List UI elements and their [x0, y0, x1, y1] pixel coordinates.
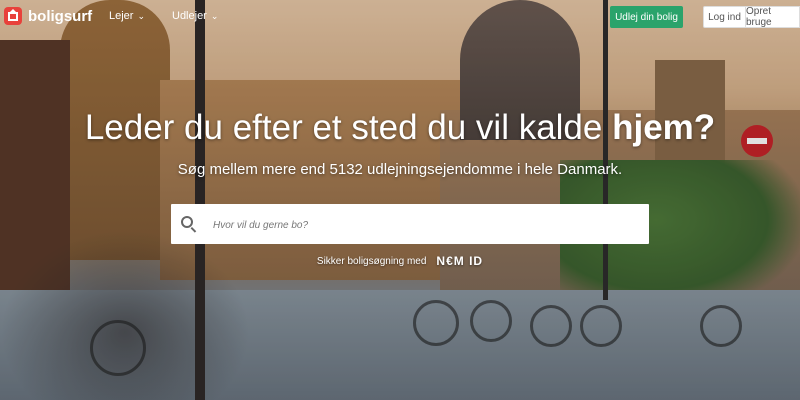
hero-overlay	[0, 0, 800, 400]
nav-label: Udlejer	[172, 10, 207, 22]
headline-bold: hjem?	[612, 108, 716, 147]
hero-headline: Leder du efter et sted du vil kalde hjem…	[0, 108, 800, 148]
nav-item-lejer[interactable]: Lejer ⌄	[109, 10, 145, 22]
signup-button[interactable]: Opret bruge	[746, 6, 800, 28]
hero-subline: Søg mellem mere end 5132 udlejningsejend…	[177, 161, 623, 178]
search-input[interactable]	[211, 204, 645, 246]
headline-main: Leder du efter et sted du vil kalde	[84, 108, 613, 147]
nav-label: Lejer	[109, 10, 134, 22]
nemid-logo: N€M ID	[436, 254, 484, 268]
house-icon	[4, 7, 22, 25]
login-button[interactable]: Log ind	[703, 6, 746, 28]
chevron-down-icon: ⌄	[137, 10, 146, 21]
trust-text: Sikker boligsøgning med	[316, 255, 427, 267]
search-icon[interactable]	[181, 216, 193, 228]
rent-out-button[interactable]: Udlej din bolig	[610, 6, 683, 28]
nav-item-udlejer[interactable]: Udlejer ⌄	[172, 10, 218, 22]
brand-logo[interactable]: boligsurf	[4, 7, 92, 25]
search-box	[171, 204, 649, 246]
chevron-down-icon: ⌄	[210, 10, 219, 21]
brand-name: boligsurf	[28, 7, 93, 25]
hero-section: boligsurf Lejer ⌄ Udlejer ⌄ Udlej din bo…	[0, 0, 800, 400]
trust-line: Sikker boligsøgning med N€M ID	[0, 254, 800, 268]
top-header: boligsurf Lejer ⌄ Udlejer ⌄ Udlej din bo…	[0, 0, 800, 36]
